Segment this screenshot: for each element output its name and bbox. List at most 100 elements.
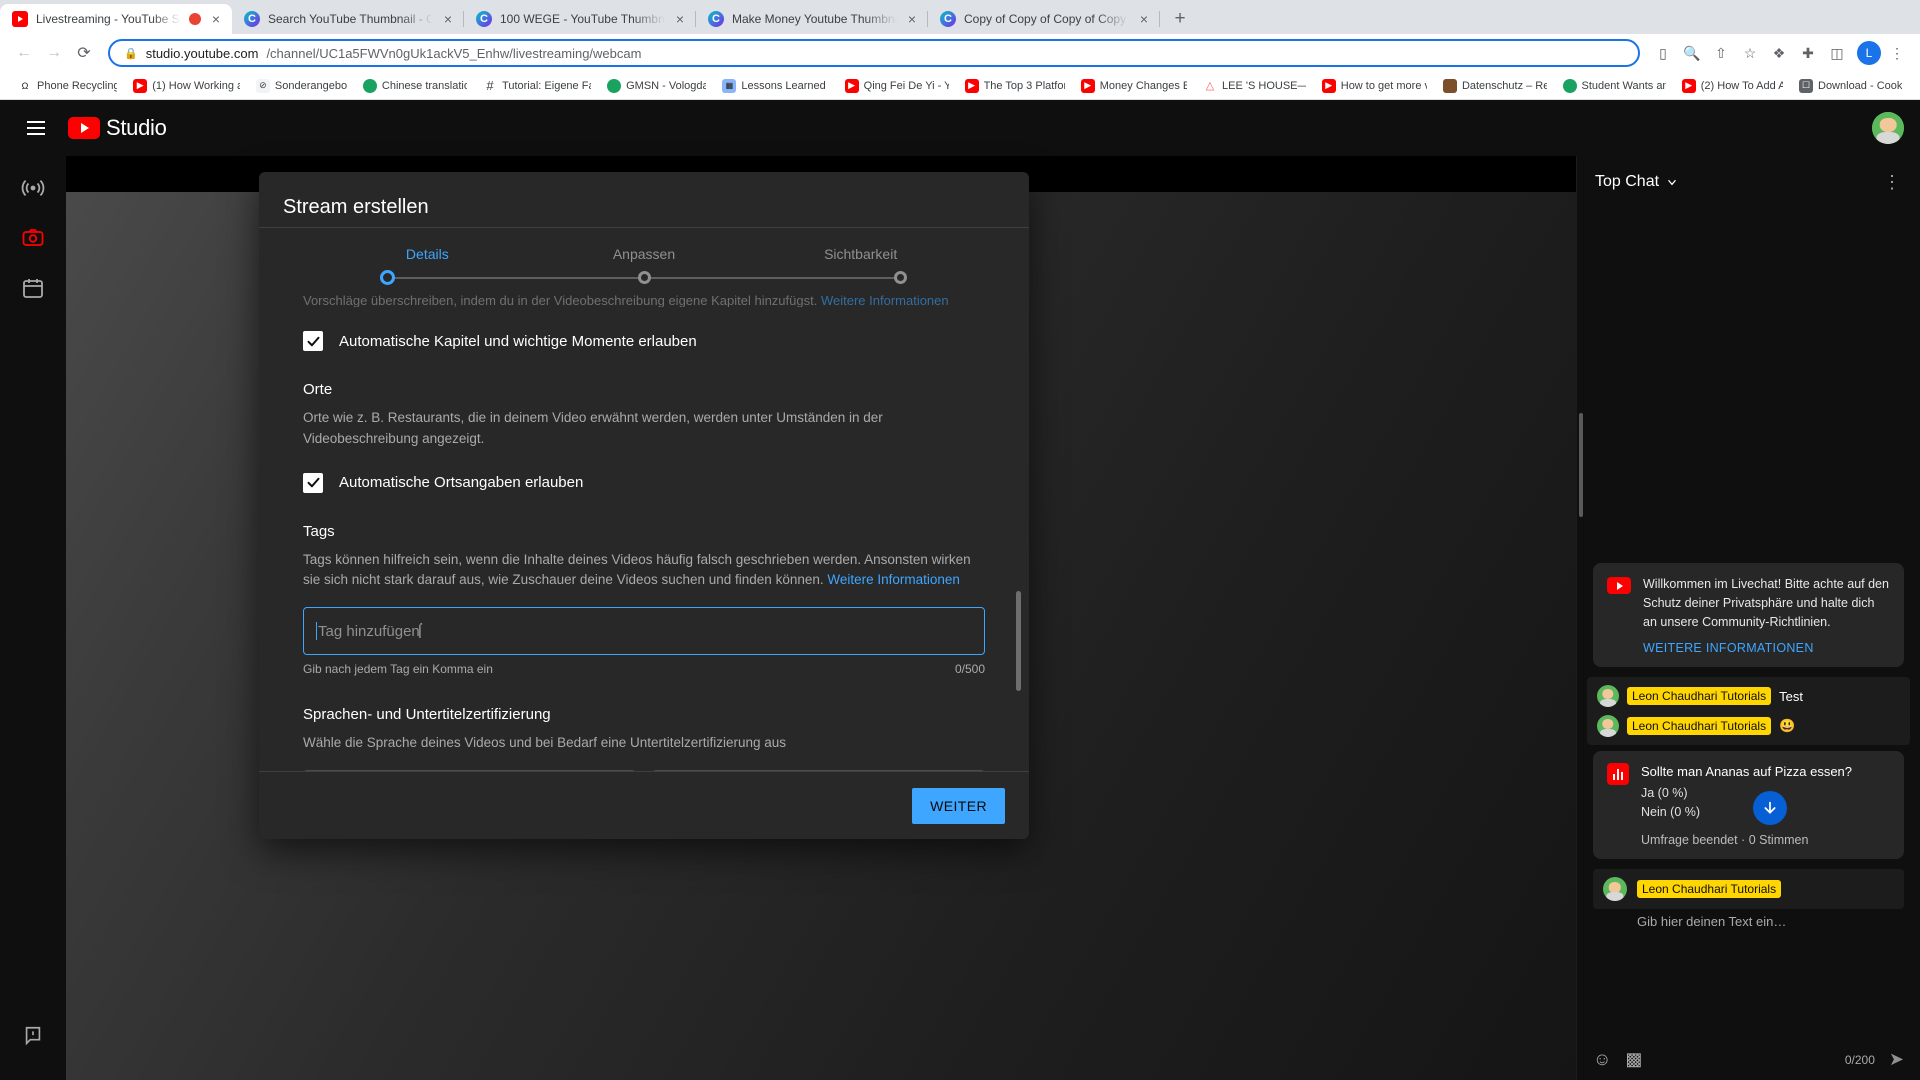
auto-chapters-checkbox[interactable] [303,331,323,352]
bookmark-item[interactable]: ☐ Download - Cooki… [1791,74,1910,98]
bookmark-favicon-icon [1442,78,1457,93]
next-button[interactable]: WEITER [912,787,1005,824]
bookmark-item[interactable]: Ω Phone Recycling… [10,74,125,98]
chat-input-row[interactable]: Leon Chaudhari Tutorials [1593,869,1904,910]
studio-logo[interactable]: Studio [68,115,167,141]
forward-button[interactable]: → [40,39,68,67]
chat-scrollbar-thumb[interactable] [1579,413,1583,517]
scroll-to-bottom-button[interactable] [1753,791,1787,826]
browser-tab-1[interactable]: C Search YouTube Thumbnail - C × [232,4,464,34]
browser-tab-0[interactable]: Livestreaming - YouTube S × [0,4,232,34]
bookmark-label: GMSN - Vologda… [626,79,707,92]
new-tab-button[interactable]: + [1166,5,1194,33]
chat-author-name[interactable]: Leon Chaudhari Tutorials [1627,687,1772,706]
tags-section-description: Tags können hilfreich sein, wenn die Inh… [303,550,985,591]
bookmark-item[interactable]: GMSN - Vologda… [599,74,714,98]
bookmark-item[interactable]: Student Wants an… [1555,74,1674,98]
hamburger-menu-icon[interactable] [16,108,56,148]
clipped-hint-link[interactable]: Weitere Informationen [821,293,949,307]
step-label-sichtbarkeit[interactable]: Sichtbarkeit [801,246,921,262]
tag-input-field[interactable]: Tag hinzufügen ⌠ [303,607,985,656]
bookmark-item[interactable]: ⊘ Sonderangebot! | [248,74,355,98]
avatar[interactable] [1597,685,1619,708]
tab-close-button[interactable]: × [441,10,455,28]
browser-tab-3[interactable]: C Make Money Youtube Thumbna × [696,4,928,34]
tab-close-button[interactable]: × [209,10,223,28]
browser-menu-kebab-icon[interactable]: ⋮ [1884,40,1910,66]
tab-close-button[interactable]: × [905,10,919,28]
bookmark-item[interactable]: Chinese translatio… [355,74,475,98]
bookmark-label: Money Changes E… [1099,79,1188,92]
chat-message-list[interactable]: Willkommen im Livechat! Bitte achte auf … [1577,208,1920,1043]
bookmark-item[interactable]: ▶ Qing Fei De Yi - Y… [837,74,957,98]
browser-tab-4[interactable]: C Copy of Copy of Copy of Copy × [928,4,1160,34]
studio-brand-label: Studio [106,115,167,140]
emoji-smiley-icon[interactable]: ☺ [1593,1049,1611,1070]
profile-avatar[interactable]: L [1857,41,1881,65]
cast-icon[interactable]: ▯ [1650,40,1676,66]
bookmark-item[interactable]: △ LEE 'S HOUSE—… [1195,74,1314,98]
step-dot-sichtbarkeit[interactable] [894,271,907,285]
step-dot-anpassen[interactable] [638,271,651,285]
sidebar-item-schedule[interactable] [9,264,57,312]
create-poll-icon[interactable]: ▩ [1625,1049,1642,1070]
account-avatar[interactable] [1872,112,1904,144]
auto-chapters-row[interactable]: Automatische Kapitel und wichtige Moment… [303,331,985,352]
chat-options-kebab-icon[interactable]: ⋮ [1883,173,1902,191]
sidebar-item-webcam[interactable] [9,214,57,262]
feedback-icon[interactable] [9,1012,57,1060]
auto-places-checkbox[interactable] [303,472,323,493]
dialog-stepper: Details Anpassen Sichtbarkeit [259,227,1029,291]
sidebar-panel-icon[interactable]: ◫ [1824,40,1850,66]
chat-message-text: Test [1779,688,1803,704]
step-dot-details[interactable] [380,270,395,286]
tab-close-button[interactable]: × [673,10,687,28]
bookmark-star-icon[interactable]: ☆ [1737,40,1763,66]
bookmark-item[interactable]: # Tutorial: Eigene Fa… [475,74,599,98]
zoom-icon[interactable]: 🔍 [1679,40,1705,66]
step-label-anpassen[interactable]: Anpassen [584,246,704,262]
share-icon[interactable]: ⇧ [1708,40,1734,66]
tab-close-button[interactable]: × [1137,10,1151,28]
caption-certification-select[interactable]: Untertitelzertifizierung ? – [652,769,985,771]
bookmark-item[interactable]: ▶ Money Changes E… [1073,74,1195,98]
chat-author-name[interactable]: Leon Chaudhari Tutorials [1627,717,1772,736]
extensions-puzzle-icon[interactable]: ❖ [1766,40,1792,66]
bookmark-item[interactable]: Datenschutz – Re… [1435,74,1555,98]
auto-places-row[interactable]: Automatische Ortsangaben erlauben [303,472,985,493]
bookmark-label: Phone Recycling… [37,79,118,92]
dialog-scrollbar-thumb[interactable] [1016,591,1021,692]
tags-learn-more-link[interactable]: Weitere Informationen [827,572,960,587]
step-label-details[interactable]: Details [367,246,487,262]
extension-badge-icon[interactable]: ✚ [1795,40,1821,66]
chat-input-author-badge: Leon Chaudhari Tutorials [1637,880,1782,899]
sidebar-item-go-live[interactable] [9,164,57,212]
bookmark-label: How to get more v… [1340,79,1427,92]
dialog-scroll-body[interactable]: Vorschläge überschreiben, indem du in de… [259,291,1029,771]
bookmark-item[interactable]: ▶ The Top 3 Platfor… [957,74,1073,98]
youtube-favicon-icon [12,11,28,27]
bookmark-item[interactable]: ▶ (2) How To Add A… [1674,74,1791,98]
stream-language-select[interactable]: Sprache des Streams Deutsch [303,769,636,771]
chat-message: Leon Chaudhari Tutorials Test [1593,681,1904,711]
bookmark-item[interactable]: ▶ How to get more v… [1314,74,1435,98]
poll-question: Sollte man Ananas auf Pizza essen? [1641,764,1853,780]
chat-system-message-link[interactable]: WEITERE INFORMATIONEN [1643,641,1890,655]
chat-input-placeholder[interactable]: Gib hier deinen Text ein… [1637,914,1786,929]
browser-tab-2[interactable]: C 100 WEGE - YouTube Thumbna × [464,4,696,34]
chat-mode-selector[interactable]: Top Chat [1595,173,1679,191]
send-arrow-icon[interactable]: ➤ [1889,1049,1904,1070]
clipped-hint-text: Vorschläge überschreiben, indem du in de… [303,293,818,308]
bookmark-item[interactable]: ▦ Lessons Learned f… [714,74,836,98]
address-bar[interactable]: 🔒 studio.youtube.com/channel/UC1a5FWVn0g… [108,39,1640,67]
create-stream-dialog: Stream erstellen Details Anpassen Sichtb… [259,172,1029,839]
bookmark-favicon-icon: ▶ [1321,78,1336,93]
reload-button[interactable]: ⟳ [70,39,98,67]
bookmark-favicon-icon: ▶ [844,78,859,93]
chat-toolbar: ☺ ▩ 0/200 ➤ [1577,1043,1920,1080]
text-caret [316,622,317,641]
back-button[interactable]: ← [10,39,38,67]
bookmark-item[interactable]: ▶ (1) How Working a… [125,74,248,98]
avatar[interactable] [1597,715,1619,738]
auto-places-label: Automatische Ortsangaben erlauben [339,474,584,492]
